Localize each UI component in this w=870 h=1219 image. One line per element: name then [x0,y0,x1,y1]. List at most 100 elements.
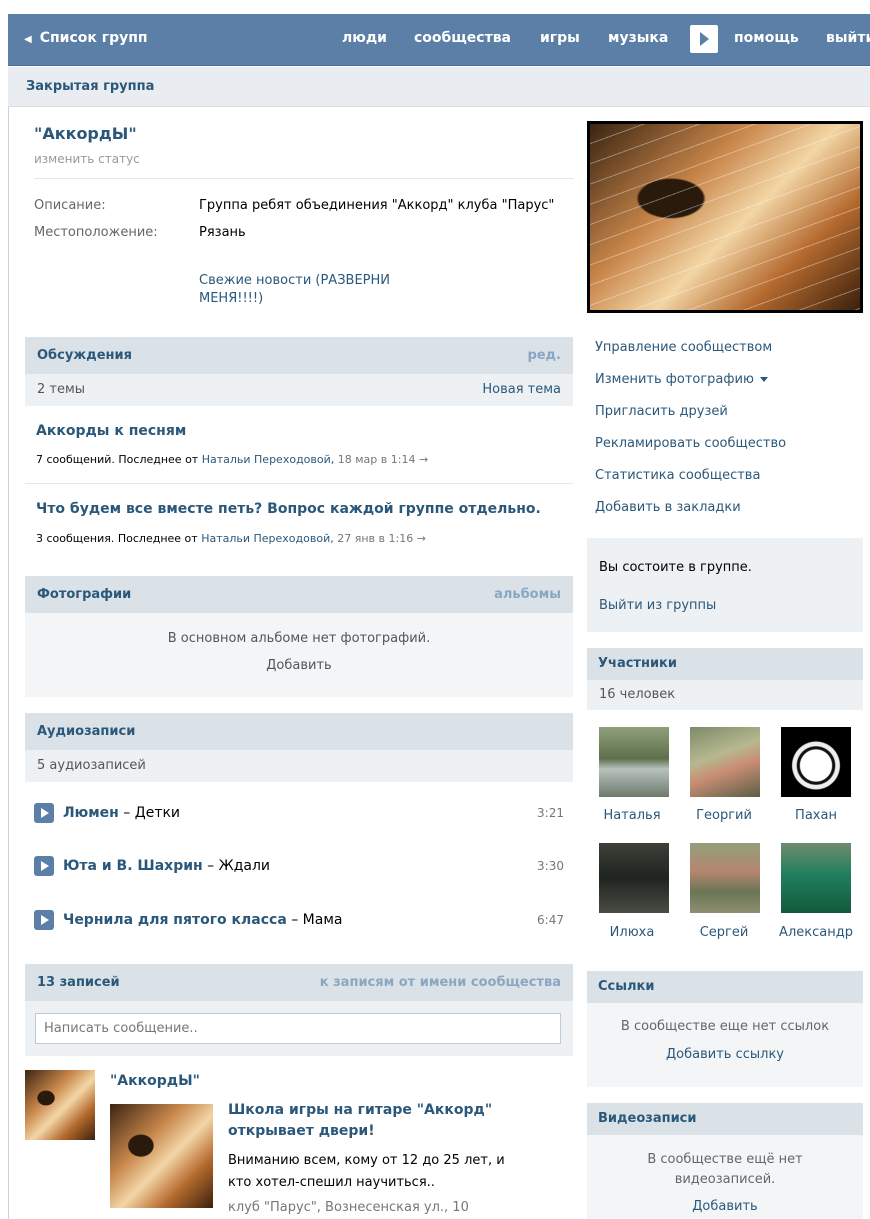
member-name-link[interactable]: Александр [771,925,861,940]
divider [25,483,573,484]
description-value: Группа ребят объединения "Аккорд" клуба … [199,198,555,213]
audio-header: Аудиозаписи [25,713,573,750]
member-avatar[interactable] [690,727,760,797]
back-label: Список групп [39,30,148,46]
wall-count[interactable]: 13 записей [37,975,120,990]
member-name-link[interactable]: Илюха [587,925,677,940]
albums-link[interactable]: альбомы [494,587,561,602]
audio-count: 5 аудиозаписей [37,758,146,773]
member-avatar[interactable] [599,843,669,913]
track-separator: – [118,805,135,821]
member-name-link[interactable]: Сергей [679,925,769,940]
track-artist: Люмен [63,805,119,821]
posts-by-community-link[interactable]: к записям от имени сообщества [320,975,561,990]
member-avatar[interactable] [781,727,851,797]
members-header: Участники [587,648,863,680]
add-photo-link[interactable]: Добавить [25,658,573,673]
leave-group-link[interactable]: Выйти из группы [599,598,716,613]
member-avatar[interactable] [690,843,760,913]
topic-last-date: 27 янв в 1:16 [337,532,414,545]
fresh-news-link[interactable]: Свежие новости (РАЗВЕРНИ МЕНЯ!!!!) [199,272,419,308]
play-icon[interactable] [34,856,54,876]
description-label: Описание: [34,198,106,213]
member-avatar[interactable] [781,843,851,913]
change-status-link[interactable]: изменить статус [34,152,140,166]
track-duration: 3:21 [537,806,564,820]
members-title[interactable]: Участники [598,656,677,671]
add-link-link[interactable]: Добавить ссылку [587,1047,863,1062]
member-name-link[interactable]: Георгий [679,808,769,823]
play-icon[interactable] [34,803,54,823]
group-name: "АккордЫ" [34,124,137,143]
post-author-avatar[interactable] [25,1070,95,1140]
post-address: клуб "Парус", Вознесенская ул., 10 [228,1200,469,1215]
members-count: 16 человек [599,687,676,702]
audio-subheader: 5 аудиозаписей [25,750,573,782]
member-name-link[interactable]: Пахан [771,808,861,823]
links-empty-text: В сообществе еще нет ссылок [620,1019,830,1034]
photos-empty-text: В основном альбоме нет фотографий. [167,631,431,646]
play-icon[interactable] [34,910,54,930]
goto-last-arrow-icon[interactable]: → [417,532,426,545]
topic-meta-text: 3 сообщения. Последнее от [36,532,198,545]
chevron-down-icon [759,377,768,382]
links-title[interactable]: Ссылки [598,979,654,994]
topic-last-author-link[interactable]: Натальи Переходовой, [202,453,335,466]
post-title[interactable]: Школа игры на гитаре "Аккорд" открывает … [228,1100,518,1142]
advertise-community-link[interactable]: Рекламировать сообщество [595,436,786,451]
videos-title[interactable]: Видеозаписи [598,1111,697,1126]
nav-music[interactable]: музыка [608,30,668,46]
track-separator: – [202,858,219,874]
links-empty-box: В сообществе еще нет ссылок Добавить ссы… [587,1003,863,1087]
photos-empty-box: В основном альбоме нет фотографий. Добав… [25,613,573,697]
discussions-subheader: 2 темы Новая тема [25,374,573,406]
goto-last-arrow-icon[interactable]: → [419,453,428,466]
location-label: Местоположение: [34,225,158,240]
add-bookmark-link[interactable]: Добавить в закладки [595,500,741,515]
nav-help[interactable]: помощь [734,30,799,46]
track-title: Ждали [218,858,270,874]
videos-empty-box: В сообществе ещё нет видеозаписей. Добав… [587,1135,863,1219]
links-header: Ссылки [587,971,863,1003]
change-photo-label: Изменить фотографию [595,372,754,387]
new-topic-link[interactable]: Новая тема [482,382,561,397]
discussions-title[interactable]: Обсуждения [37,348,132,363]
audio-track[interactable]: Люмен – Детки [63,805,180,821]
community-stats-link[interactable]: Статистика сообщества [595,468,760,483]
audio-track[interactable]: Чернила для пятого класса – Мама [63,912,342,928]
track-title: Детки [134,805,181,821]
nav-logout[interactable]: выйти [826,30,870,46]
discussions-edit-link[interactable]: ред. [527,348,561,363]
add-video-link[interactable]: Добавить [587,1199,863,1214]
guitar-strings-decoration [590,124,860,310]
post-author-link[interactable]: "АккордЫ" [110,1073,200,1089]
topic-meta: 3 сообщения. Последнее от Натальи Перехо… [36,532,426,545]
nav-people[interactable]: люди [342,30,387,46]
change-photo-link[interactable]: Изменить фотографию [595,372,768,387]
topic-title[interactable]: Аккорды к песням [36,423,186,439]
discussions-header: Обсуждения ред. [25,337,573,374]
topic-last-author-link[interactable]: Натальи Переходовой, [201,532,334,545]
nav-communities[interactable]: сообщества [414,30,511,46]
page-type-header: Закрытая группа [8,67,870,107]
track-artist: Чернила для пятого класса [63,912,287,928]
topics-count: 2 темы [37,382,86,397]
back-to-groups-link[interactable]: ◀ Список групп [24,30,148,46]
post-text: Вниманию всем, кому от 12 до 25 лет, и к… [228,1153,505,1190]
audio-track[interactable]: Юта и В. Шахрин – Ждали [63,858,270,874]
photos-title[interactable]: Фотографии [37,587,131,602]
member-avatar[interactable] [599,727,669,797]
topic-meta-text: 7 сообщений. Последнее от [36,453,199,466]
audio-title[interactable]: Аудиозаписи [37,724,135,739]
invite-friends-link[interactable]: Пригласить друзей [595,404,728,419]
post-attachment-image[interactable] [110,1104,213,1208]
nav-games[interactable]: игры [540,30,580,46]
wall-post-input[interactable]: Написать сообщение.. [35,1013,561,1044]
topic-meta: 7 сообщений. Последнее от Натальи Перехо… [36,453,428,466]
manage-community-link[interactable]: Управление сообществом [595,340,772,355]
member-name-link[interactable]: Наталья [587,808,677,823]
page-type-title: Закрытая группа [26,79,155,94]
more-menu-play-icon[interactable] [690,25,718,53]
group-cover-photo[interactable] [587,121,863,313]
topic-title[interactable]: Что будем все вместе петь? Вопрос каждой… [36,501,541,517]
